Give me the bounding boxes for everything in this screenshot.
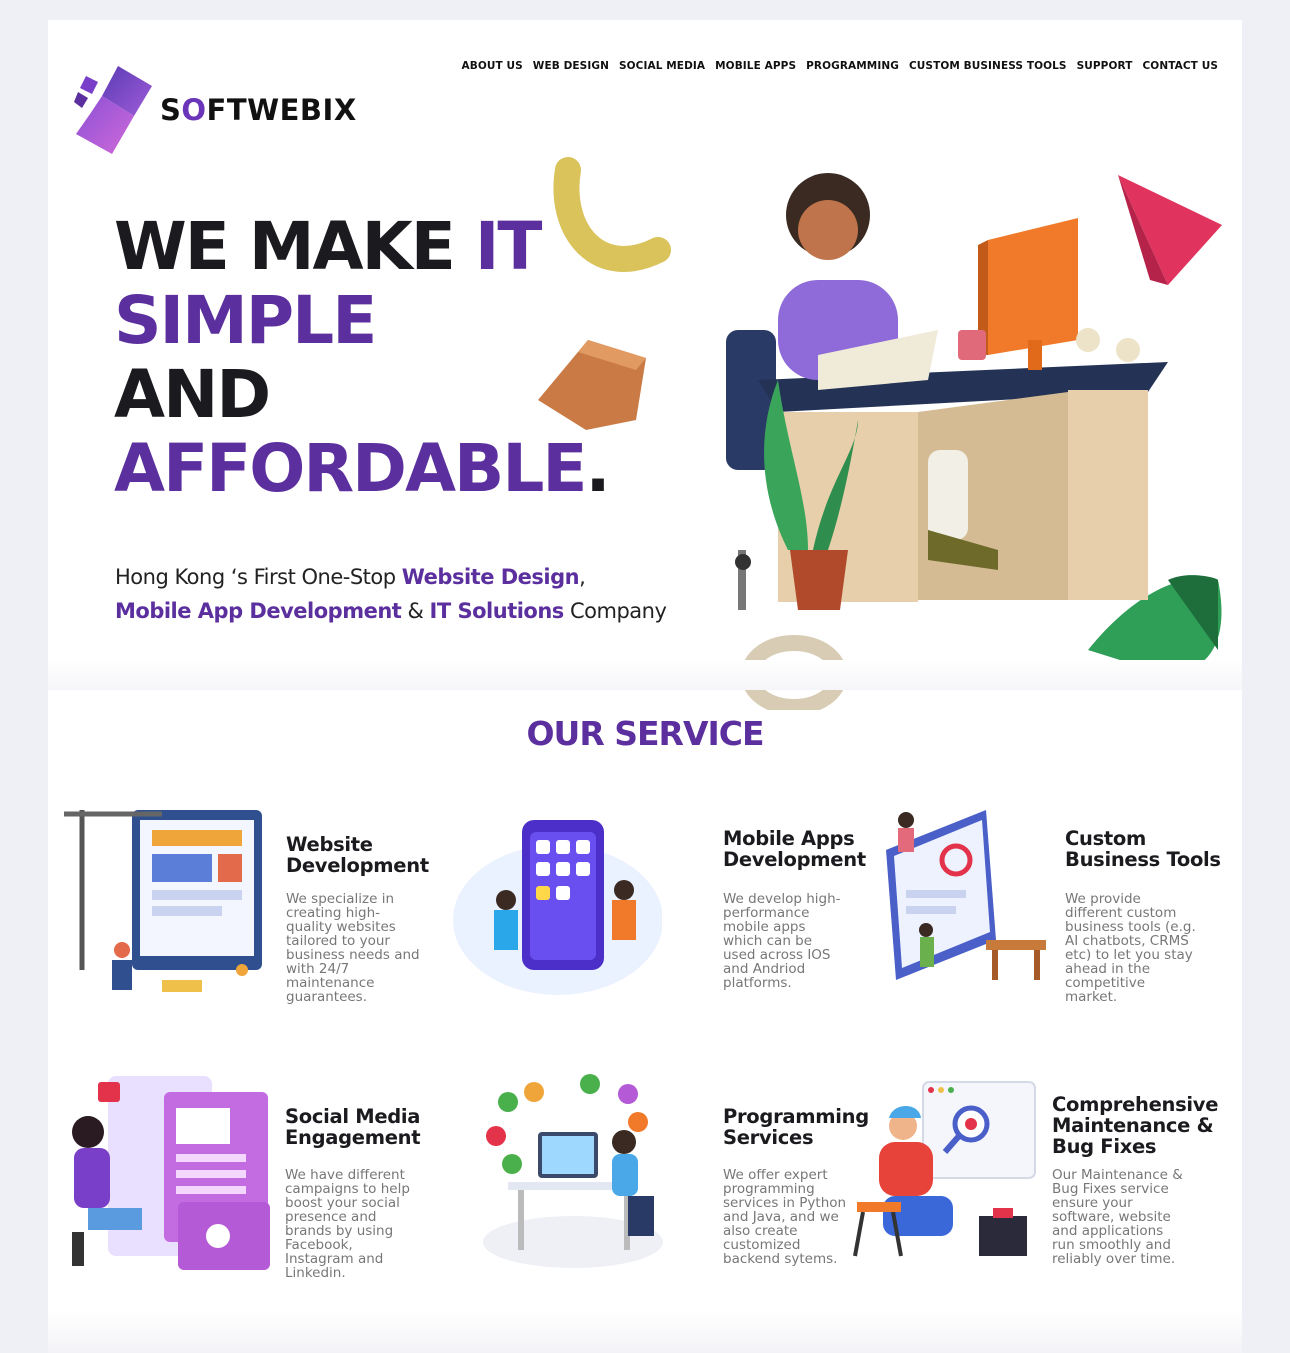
maintenance-icon xyxy=(853,1081,1036,1257)
nav-social-media[interactable]: SOCIAL MEDIA xyxy=(619,60,705,72)
section-title: OUR SERVICE xyxy=(526,714,764,753)
service-card-programming[interactable]: Programming Services We offer expert progr… xyxy=(478,1072,869,1302)
business-tools-icon xyxy=(886,810,1046,980)
hero-line-2: SIMPLE xyxy=(114,282,377,359)
nav-mobile-apps[interactable]: MOBILE APPS xyxy=(715,60,796,72)
brand-name: SOFTWEBIX xyxy=(160,93,357,127)
programming-icon xyxy=(483,1074,663,1268)
top-nav: ABOUT US WEB DESIGN SOCIAL MEDIA MOBILE … xyxy=(461,60,1218,72)
brand-logo[interactable]: SOFTWEBIX xyxy=(72,64,357,156)
service-description: We offer expert programming services in Py… xyxy=(723,1167,847,1267)
mobile-apps-icon xyxy=(453,820,662,995)
service-title: Social Media Engagement xyxy=(285,1105,421,1149)
page: ABOUT US WEB DESIGN SOCIAL MEDIA MOBILE … xyxy=(48,20,1242,1353)
hero-line-3: AND xyxy=(114,356,271,433)
service-title: Custom Business Tools xyxy=(1065,827,1221,871)
service-description: We specialize in creating high-quality we… xyxy=(286,891,420,1005)
service-card-maintenance[interactable]: Comprehensive Maintenance & Bug Fixes Our … xyxy=(853,1072,1242,1302)
service-card-website[interactable]: Website Development We specialize in creat… xyxy=(62,800,442,1020)
service-title: Comprehensive Maintenance & Bug Fixes xyxy=(1052,1093,1219,1158)
website-development-icon xyxy=(64,810,262,992)
hero-illustration xyxy=(538,157,1222,710)
service-description: We have different campaigns to help boost … xyxy=(285,1167,410,1281)
hero-line-1: WE MAKE IT xyxy=(114,208,542,285)
service-description: We provide different custom business tools… xyxy=(1065,891,1196,1005)
nav-programming[interactable]: PROGRAMMING xyxy=(806,60,899,72)
service-card-mobile-apps[interactable]: Mobile Apps Development We develop high-p… xyxy=(448,800,866,1020)
service-description: Our Maintenance & Bug Fixes service ensure… xyxy=(1052,1167,1183,1267)
service-title: Website Development xyxy=(286,833,429,877)
hero-divider xyxy=(48,660,1242,690)
nav-contact-us[interactable]: CONTACT US xyxy=(1142,60,1218,72)
service-description: We develop high-performance mobile apps wh… xyxy=(723,891,841,991)
nav-about-us[interactable]: ABOUT US xyxy=(461,60,522,72)
service-card-business-tools[interactable]: Custom Business Tools We provide different… xyxy=(866,800,1236,1020)
footer-fade xyxy=(48,1310,1242,1353)
service-card-social-media[interactable]: Social Media Engagement We have different… xyxy=(68,1072,448,1302)
nav-support[interactable]: SUPPORT xyxy=(1077,60,1133,72)
logo-mark-icon xyxy=(74,66,152,154)
nav-custom-business-tools[interactable]: CUSTOM BUSINESS TOOLS xyxy=(909,60,1067,72)
service-title: Mobile Apps Development xyxy=(723,827,866,871)
social-media-icon xyxy=(72,1076,270,1270)
nav-web-design[interactable]: WEB DESIGN xyxy=(533,60,609,72)
